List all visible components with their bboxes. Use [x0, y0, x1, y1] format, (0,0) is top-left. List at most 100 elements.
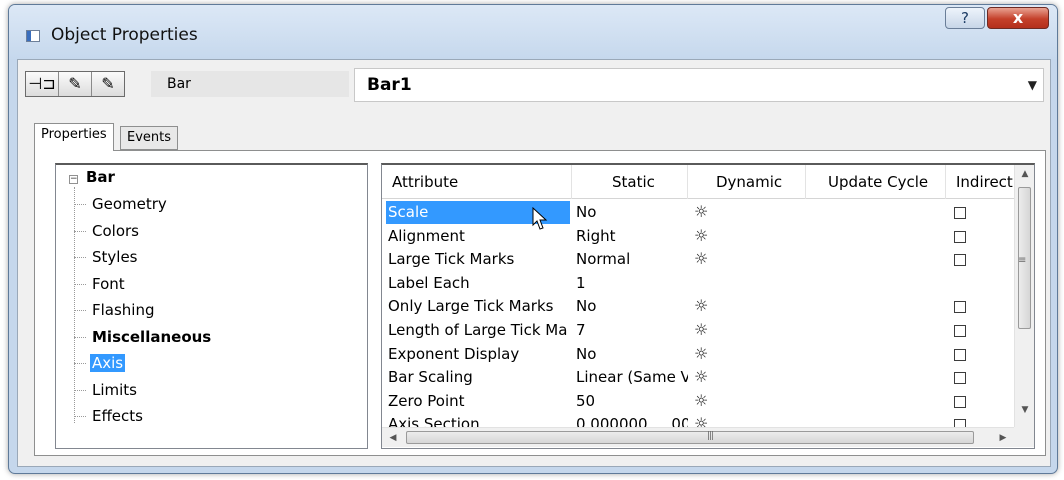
object-name-combo[interactable]: Bar1 ▼ [354, 68, 1044, 102]
lightbulb-icon[interactable]: ☼ [694, 390, 718, 413]
table-row[interactable]: Exponent Display No ☼ [382, 343, 1014, 367]
scroll-up-icon[interactable]: ▲ [1015, 165, 1034, 183]
static-value-cell[interactable]: 7 [576, 319, 688, 342]
object-type-label: Bar [151, 71, 349, 97]
attribute-cell[interactable]: Only Large Tick Marks [386, 295, 570, 318]
attribute-cell[interactable]: Exponent Display [386, 343, 570, 366]
vertical-scrollbar[interactable]: ▲ ≡ ▼ [1014, 165, 1034, 427]
static-value-cell[interactable]: Normal [576, 248, 688, 271]
dialog-client-area: ⊣⊐ ✎ ✎ Bar Bar1 ▼ Properties Events − Ba… [17, 59, 1051, 467]
static-value-cell[interactable]: 1 [576, 272, 688, 295]
table-row[interactable]: Axis Section 0.000000 ... 000 ☼ [382, 413, 1014, 427]
table-row[interactable]: Scale No ☼ [382, 201, 1014, 225]
object-name-value: Bar1 [367, 75, 412, 95]
toolbar: ⊣⊐ ✎ ✎ Bar Bar1 ▼ [18, 60, 1050, 108]
object-properties-window: Object Properties ? x ⊣⊐ ✎ ✎ Bar Bar1 ▼ … [8, 4, 1058, 474]
horizontal-scroll-thumb[interactable]: ||| [406, 431, 974, 444]
horizontal-scrollbar[interactable]: ◀ ||| ▶ [382, 427, 1014, 447]
lightbulb-icon[interactable]: ☼ [694, 201, 718, 224]
table-row[interactable]: Large Tick Marks Normal ☼ [382, 248, 1014, 272]
static-value-cell[interactable]: No [576, 201, 688, 224]
scroll-left-icon[interactable]: ◀ [384, 428, 402, 448]
tree-item-axis[interactable]: Axis [74, 352, 126, 375]
static-value-cell[interactable]: 0.000000 ... 000 [576, 413, 688, 427]
table-row[interactable]: Label Each 1 [382, 272, 1014, 296]
tool-button-group: ⊣⊐ ✎ ✎ [25, 71, 125, 97]
tree-root-bar[interactable]: Bar [86, 168, 115, 186]
indirect-checkbox[interactable] [954, 348, 966, 361]
column-header-attribute[interactable]: Attribute [382, 165, 572, 199]
lightbulb-icon[interactable]: ☼ [694, 366, 718, 389]
static-value-cell[interactable]: No [576, 343, 688, 366]
indirect-checkbox[interactable] [954, 372, 966, 385]
static-value-cell[interactable]: Right [576, 225, 688, 248]
pipette-copy-icon[interactable]: ✎ [92, 72, 124, 96]
column-header-dynamic[interactable]: Dynamic [688, 165, 806, 199]
column-header-indirect[interactable]: Indirect [946, 165, 1014, 199]
lightbulb-icon[interactable]: ☼ [694, 248, 718, 271]
table-row[interactable]: Alignment Right ☼ [382, 225, 1014, 249]
lightbulb-icon[interactable]: ☼ [694, 225, 718, 248]
scroll-right-icon[interactable]: ▶ [994, 428, 1012, 448]
indirect-checkbox[interactable] [954, 395, 966, 408]
indirect-checkbox[interactable] [954, 207, 966, 219]
table-row[interactable]: Zero Point 50 ☼ [382, 390, 1014, 414]
tab-properties[interactable]: Properties [34, 123, 114, 151]
tree-item-label: Styles [92, 248, 138, 266]
mouse-cursor-icon [532, 207, 548, 230]
indirect-checkbox[interactable] [954, 325, 966, 337]
lightbulb-icon[interactable]: ☼ [694, 413, 718, 427]
tree-item-limits[interactable]: Limits [74, 379, 139, 402]
scroll-down-icon[interactable]: ▼ [1015, 401, 1034, 419]
lightbulb-icon[interactable]: ☼ [694, 343, 718, 366]
pipette-icon[interactable]: ✎ [59, 72, 92, 96]
table-row[interactable]: Bar Scaling Linear (Same V ☼ [382, 366, 1014, 390]
scroll-corner [1014, 427, 1034, 447]
attribute-cell[interactable]: Bar Scaling [386, 366, 570, 389]
property-tree[interactable]: − Bar Geometry Colors Styles Font Flashing Mi… [55, 163, 368, 449]
attribute-cell[interactable]: Label Each [386, 272, 570, 295]
indirect-checkbox[interactable] [954, 254, 966, 267]
attribute-grid: Attribute Static Dynamic Update Cycle In… [381, 163, 1035, 449]
indirect-checkbox[interactable] [954, 230, 966, 243]
grid-body: Axis Section 0.000000 ... 000 ☼ Zero Point 5… [382, 201, 1014, 427]
static-value-cell[interactable]: Linear (Same V [576, 366, 688, 389]
static-value-cell[interactable]: No [576, 295, 688, 318]
title-bar[interactable]: Object Properties ? x [9, 5, 1057, 59]
table-row[interactable]: Length of Large Tick Ma 7 ☼ [382, 319, 1014, 343]
tree-item-label: Limits [92, 380, 137, 399]
attribute-cell[interactable]: Axis Section [386, 413, 570, 427]
attribute-cell[interactable]: Zero Point [386, 390, 570, 413]
tree-item-flashing[interactable]: Flashing [74, 299, 157, 322]
help-button[interactable]: ? [945, 7, 985, 29]
pin-icon[interactable]: ⊣⊐ [26, 72, 59, 96]
tree-item-colors[interactable]: Colors [74, 220, 141, 243]
attribute-cell[interactable]: Large Tick Marks [386, 248, 570, 271]
column-header-update-cycle[interactable]: Update Cycle [806, 165, 946, 199]
tree-item-label: Colors [92, 221, 139, 240]
grid-header: Attribute Static Dynamic Update Cycle In… [382, 165, 1014, 199]
chevron-down-icon[interactable]: ▼ [1028, 78, 1037, 92]
indirect-checkbox[interactable] [954, 301, 966, 314]
close-button[interactable]: x [987, 7, 1049, 29]
collapse-icon[interactable]: − [69, 175, 78, 184]
tree-item-label: Flashing [92, 301, 155, 319]
column-header-static[interactable]: Static [572, 165, 688, 199]
indirect-checkbox[interactable] [954, 419, 966, 427]
tree-item-label: Geometry [92, 195, 167, 213]
tree-item-geometry[interactable]: Geometry [74, 193, 169, 216]
tab-events[interactable]: Events [120, 126, 179, 150]
lightbulb-icon[interactable]: ☼ [694, 295, 718, 318]
tree-item-miscellaneous[interactable]: Miscellaneous [74, 326, 213, 349]
attribute-cell[interactable]: Length of Large Tick Ma [386, 319, 570, 342]
tree-item-label: Axis [90, 354, 126, 372]
tree-item-effects[interactable]: Effects [74, 405, 145, 428]
table-row[interactable]: Only Large Tick Marks No ☼ [382, 295, 1014, 319]
lightbulb-icon[interactable]: ☼ [694, 319, 718, 342]
properties-panel: − Bar Geometry Colors Styles Font Flashing Mi… [34, 150, 1046, 456]
tree-item-font[interactable]: Font [74, 273, 127, 296]
static-value-cell[interactable]: 50 [576, 390, 688, 413]
window-title: Object Properties [51, 25, 198, 45]
tree-item-label: Font [92, 274, 125, 293]
tree-item-styles[interactable]: Styles [74, 246, 140, 269]
